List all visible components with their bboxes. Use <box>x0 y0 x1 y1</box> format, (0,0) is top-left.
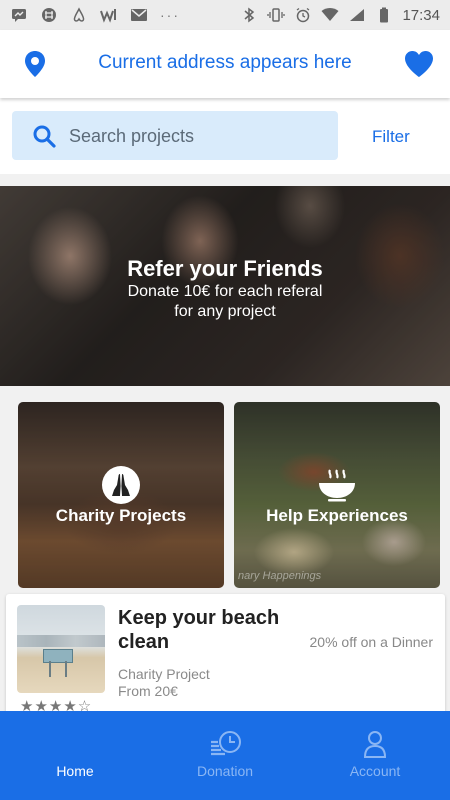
project-thumbnail <box>17 605 105 693</box>
category-help-experiences[interactable]: Help Experiences nary Happenings <box>234 402 440 588</box>
account-person-icon <box>355 729 395 759</box>
thumbnail-post <box>65 661 67 677</box>
banner-line-2: for any project <box>174 303 276 320</box>
search-area: Search projects Filter <box>0 98 450 174</box>
project-deal: 20% off on a Dinner <box>309 634 434 650</box>
favorites-heart-icon[interactable] <box>404 50 434 78</box>
tile-watermark: nary Happenings <box>238 570 322 582</box>
nav-label: Donation <box>196 763 254 779</box>
more-dots-icon: ··· <box>160 7 180 23</box>
tile-label: Help Experiences <box>266 506 408 525</box>
bottom-navigation: Home Donation Account <box>0 711 450 800</box>
project-card[interactable]: Keep your beach clean 20% off on a Dinne… <box>6 594 445 714</box>
nav-account[interactable]: Account <box>300 711 450 800</box>
search-placeholder: Search projects <box>69 126 195 146</box>
nav-label: Home <box>56 763 94 779</box>
vibrate-icon <box>267 6 286 24</box>
tile-label: Charity Projects <box>55 506 187 525</box>
notification-icons: ··· <box>10 6 180 24</box>
bluetooth-icon <box>240 6 258 24</box>
thumbnail-skyline <box>17 635 105 647</box>
project-title: Keep your beach clean <box>118 607 280 653</box>
battery-icon <box>375 6 393 24</box>
current-address[interactable]: Current address appears here <box>0 52 450 74</box>
airbnb-icon <box>70 6 88 24</box>
messages-icon <box>10 6 28 24</box>
app-header: Current address appears here <box>0 30 450 98</box>
status-bar: ··· 17:34 <box>0 0 450 30</box>
search-icon <box>32 124 56 148</box>
category-charity-projects[interactable]: Charity Projects <box>18 402 224 588</box>
referral-banner[interactable]: Refer your Friends Donate 10€ for each r… <box>0 186 450 386</box>
gmail-icon <box>130 6 148 24</box>
signal-icon <box>348 6 366 24</box>
alarm-icon <box>294 6 312 24</box>
banner-line-1: Donate 10€ for each referal <box>127 283 323 300</box>
filter-button[interactable]: Filter <box>372 127 410 147</box>
thumbnail-post <box>49 661 51 677</box>
clock-time: 17:34 <box>402 6 440 24</box>
project-type: Charity Project <box>118 666 210 682</box>
hot-food-bowl-icon <box>316 468 358 502</box>
category-tiles: Charity Projects Help Experiences nary H… <box>0 386 450 596</box>
project-price: From 20€ <box>118 683 178 699</box>
donation-clock-icon <box>205 729 245 759</box>
thumbnail-lifeguard-hut <box>43 649 73 663</box>
wifi-icon <box>321 6 339 24</box>
praying-hands-icon <box>102 466 140 504</box>
search-input[interactable]: Search projects <box>12 111 338 160</box>
nav-donation[interactable]: Donation <box>150 711 300 800</box>
nav-home[interactable]: Home <box>0 711 150 800</box>
wish-icon <box>100 6 118 24</box>
banner-title: Refer your Friends <box>127 256 323 281</box>
system-icons: 17:34 <box>240 6 440 24</box>
slack-icon <box>40 6 58 24</box>
nav-label: Account <box>349 763 401 779</box>
